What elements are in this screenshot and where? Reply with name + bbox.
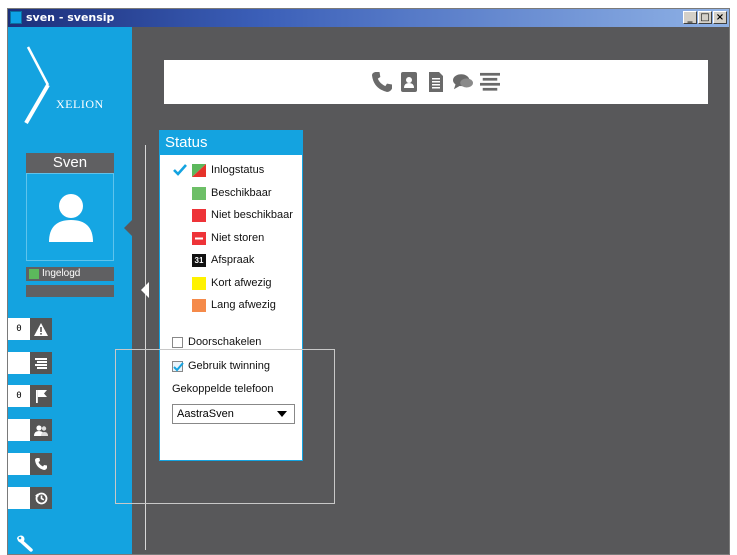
document-icon[interactable] — [426, 72, 446, 92]
status-swatch — [192, 164, 206, 177]
status-label: Niet beschikbaar — [211, 209, 293, 221]
status-option-niet-beschikbaar[interactable]: Niet beschikbaar — [160, 206, 302, 229]
app-icon — [10, 11, 22, 24]
nav-history[interactable] — [8, 487, 56, 509]
address-book-icon[interactable] — [399, 72, 419, 92]
highlight-frame — [115, 349, 335, 504]
nav-flags[interactable]: 0 — [8, 385, 56, 407]
maximize-button[interactable]: □ — [698, 11, 712, 24]
contacts-count — [8, 419, 30, 441]
list-icon — [30, 352, 52, 374]
status-label: Kort afwezig — [211, 276, 272, 289]
user-name: Sven — [26, 153, 114, 173]
status-indicator — [29, 269, 39, 279]
status-option-afspraak[interactable]: 31 Afspraak — [160, 251, 302, 274]
status-label: Inlogstatus — [211, 164, 265, 176]
status-option-niet-storen[interactable]: Niet storen — [160, 229, 302, 252]
history-icon — [30, 487, 52, 509]
status-swatch — [192, 186, 206, 200]
flag-icon — [30, 385, 52, 407]
status-panel-title: Status — [160, 131, 302, 155]
status-label: Niet storen — [211, 231, 265, 244]
nav-list[interactable] — [8, 352, 56, 374]
nav-calls[interactable] — [8, 453, 56, 475]
login-status-label: Ingelogd — [42, 268, 81, 279]
menu-icon[interactable] — [480, 72, 500, 92]
close-button[interactable]: × — [713, 11, 727, 24]
minimize-button[interactable]: _ — [683, 11, 697, 24]
secondary-status-bar[interactable] — [26, 285, 114, 297]
user-icon — [49, 194, 93, 242]
status-swatch — [192, 276, 206, 290]
forward-label: Doorschakelen — [188, 336, 262, 348]
toolbar — [164, 60, 708, 104]
nav-alerts[interactable]: 0 — [8, 318, 56, 340]
status-label: Afspraak — [211, 254, 255, 266]
calls-count — [8, 453, 30, 475]
status-label: Beschikbaar — [211, 186, 272, 199]
alerts-count: 0 — [8, 318, 30, 340]
title-bar[interactable]: sven - svensip _ □ × — [8, 9, 729, 27]
contacts-icon — [30, 419, 52, 441]
warning-icon — [30, 318, 52, 340]
status-option-lang-afwezig[interactable]: Lang afwezig — [160, 296, 302, 319]
status-option-kort-afwezig[interactable]: Kort afwezig — [160, 274, 302, 297]
nav-contacts[interactable] — [8, 419, 56, 441]
xelion-logo: XELION — [18, 45, 128, 125]
chat-icon[interactable] — [453, 72, 473, 92]
panel-pointer — [141, 282, 149, 298]
avatar[interactable] — [26, 173, 114, 261]
calendar-icon: 31 — [192, 254, 206, 267]
phone-icon — [30, 453, 52, 475]
sidebar: XELION Sven Ingelogd 0 0 — [8, 27, 132, 554]
wrench-icon[interactable] — [16, 535, 36, 554]
flags-count: 0 — [8, 385, 30, 407]
list-count — [8, 352, 30, 374]
window-title: sven - svensip — [26, 11, 115, 24]
logo-text: XELION — [56, 97, 104, 111]
status-option-beschikbaar[interactable]: Beschikbaar — [160, 184, 302, 207]
history-count — [8, 487, 30, 509]
status-swatch — [192, 209, 206, 222]
login-status[interactable]: Ingelogd — [26, 267, 114, 281]
status-label: Lang afwezig — [211, 299, 276, 311]
checkmark-icon — [173, 163, 187, 181]
phone-icon[interactable] — [372, 72, 392, 92]
status-option-inlogstatus[interactable]: Inlogstatus — [160, 161, 302, 184]
avatar-pointer — [124, 220, 132, 236]
forward-checkbox[interactable] — [172, 337, 183, 348]
status-swatch — [192, 299, 206, 312]
do-not-disturb-icon — [192, 231, 206, 245]
